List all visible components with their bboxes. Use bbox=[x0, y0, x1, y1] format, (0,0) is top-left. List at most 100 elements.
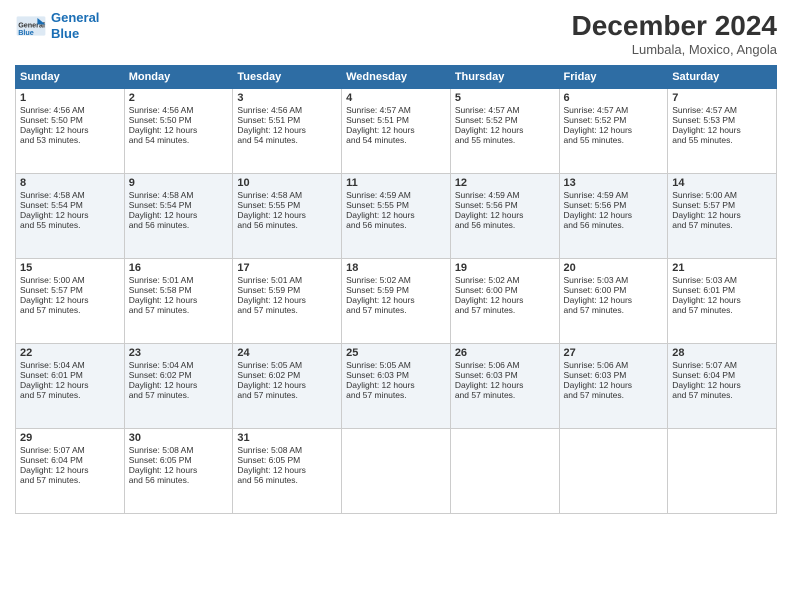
daylight-text: Daylight: 12 hours bbox=[20, 465, 89, 475]
sunrise-text: Sunrise: 5:08 AM bbox=[237, 445, 302, 455]
daylight-minutes: and 56 minutes. bbox=[129, 475, 189, 485]
sunrise-text: Sunrise: 4:57 AM bbox=[455, 105, 520, 115]
daylight-text: Daylight: 12 hours bbox=[455, 295, 524, 305]
day-number: 22 bbox=[20, 347, 120, 359]
day-number: 26 bbox=[455, 347, 555, 359]
calendar-cell: 28 Sunrise: 5:07 AM Sunset: 6:04 PM Dayl… bbox=[668, 344, 777, 429]
sunrise-text: Sunrise: 5:04 AM bbox=[20, 360, 85, 370]
calendar-cell: 24 Sunrise: 5:05 AM Sunset: 6:02 PM Dayl… bbox=[233, 344, 342, 429]
daylight-minutes: and 57 minutes. bbox=[20, 475, 80, 485]
sunrise-text: Sunrise: 4:57 AM bbox=[564, 105, 629, 115]
calendar-cell: 11 Sunrise: 4:59 AM Sunset: 5:55 PM Dayl… bbox=[342, 174, 451, 259]
location: Lumbala, Moxico, Angola bbox=[572, 42, 777, 57]
daylight-text: Daylight: 12 hours bbox=[564, 380, 633, 390]
daylight-text: Daylight: 12 hours bbox=[237, 125, 306, 135]
sunrise-text: Sunrise: 5:02 AM bbox=[346, 275, 411, 285]
col-wednesday: Wednesday bbox=[342, 66, 451, 89]
daylight-text: Daylight: 12 hours bbox=[129, 380, 198, 390]
daylight-minutes: and 56 minutes. bbox=[237, 475, 297, 485]
day-number: 5 bbox=[455, 92, 555, 104]
daylight-minutes: and 57 minutes. bbox=[564, 305, 624, 315]
daylight-text: Daylight: 12 hours bbox=[20, 380, 89, 390]
sunset-text: Sunset: 6:03 PM bbox=[455, 370, 518, 380]
calendar-cell: 26 Sunrise: 5:06 AM Sunset: 6:03 PM Dayl… bbox=[450, 344, 559, 429]
daylight-text: Daylight: 12 hours bbox=[672, 295, 741, 305]
sunrise-text: Sunrise: 5:00 AM bbox=[672, 190, 737, 200]
daylight-text: Daylight: 12 hours bbox=[20, 295, 89, 305]
sunrise-text: Sunrise: 4:59 AM bbox=[455, 190, 520, 200]
daylight-minutes: and 53 minutes. bbox=[20, 135, 80, 145]
calendar-cell: 10 Sunrise: 4:58 AM Sunset: 5:55 PM Dayl… bbox=[233, 174, 342, 259]
daylight-text: Daylight: 12 hours bbox=[20, 210, 89, 220]
sunrise-text: Sunrise: 5:07 AM bbox=[20, 445, 85, 455]
sunrise-text: Sunrise: 4:56 AM bbox=[129, 105, 194, 115]
sunset-text: Sunset: 5:58 PM bbox=[129, 285, 192, 295]
day-number: 31 bbox=[237, 432, 337, 444]
daylight-minutes: and 57 minutes. bbox=[672, 220, 732, 230]
daylight-minutes: and 57 minutes. bbox=[672, 390, 732, 400]
col-saturday: Saturday bbox=[668, 66, 777, 89]
sunrise-text: Sunrise: 4:58 AM bbox=[129, 190, 194, 200]
col-tuesday: Tuesday bbox=[233, 66, 342, 89]
calendar-cell: 6 Sunrise: 4:57 AM Sunset: 5:52 PM Dayli… bbox=[559, 89, 668, 174]
sunrise-text: Sunrise: 4:59 AM bbox=[346, 190, 411, 200]
daylight-minutes: and 54 minutes. bbox=[129, 135, 189, 145]
daylight-minutes: and 57 minutes. bbox=[455, 305, 515, 315]
sunset-text: Sunset: 5:57 PM bbox=[20, 285, 83, 295]
calendar-cell: 21 Sunrise: 5:03 AM Sunset: 6:01 PM Dayl… bbox=[668, 259, 777, 344]
calendar-header-row: Sunday Monday Tuesday Wednesday Thursday… bbox=[16, 66, 777, 89]
day-number: 13 bbox=[564, 177, 664, 189]
daylight-minutes: and 56 minutes. bbox=[129, 220, 189, 230]
calendar-cell: 5 Sunrise: 4:57 AM Sunset: 5:52 PM Dayli… bbox=[450, 89, 559, 174]
calendar-cell: 2 Sunrise: 4:56 AM Sunset: 5:50 PM Dayli… bbox=[124, 89, 233, 174]
svg-text:Blue: Blue bbox=[18, 28, 34, 37]
logo: General Blue General Blue bbox=[15, 10, 99, 42]
day-number: 12 bbox=[455, 177, 555, 189]
daylight-minutes: and 57 minutes. bbox=[129, 305, 189, 315]
daylight-minutes: and 57 minutes. bbox=[237, 390, 297, 400]
sunset-text: Sunset: 6:02 PM bbox=[129, 370, 192, 380]
calendar-row-2: 15 Sunrise: 5:00 AM Sunset: 5:57 PM Dayl… bbox=[16, 259, 777, 344]
daylight-minutes: and 56 minutes. bbox=[237, 220, 297, 230]
sunset-text: Sunset: 5:56 PM bbox=[455, 200, 518, 210]
col-sunday: Sunday bbox=[16, 66, 125, 89]
sunset-text: Sunset: 5:55 PM bbox=[346, 200, 409, 210]
day-number: 16 bbox=[129, 262, 229, 274]
day-number: 27 bbox=[564, 347, 664, 359]
sunset-text: Sunset: 6:01 PM bbox=[20, 370, 83, 380]
col-friday: Friday bbox=[559, 66, 668, 89]
sunrise-text: Sunrise: 5:06 AM bbox=[455, 360, 520, 370]
day-number: 23 bbox=[129, 347, 229, 359]
sunset-text: Sunset: 5:59 PM bbox=[237, 285, 300, 295]
day-number: 10 bbox=[237, 177, 337, 189]
daylight-text: Daylight: 12 hours bbox=[129, 295, 198, 305]
sunset-text: Sunset: 5:54 PM bbox=[20, 200, 83, 210]
daylight-minutes: and 55 minutes. bbox=[564, 135, 624, 145]
page: General Blue General Blue December 2024 … bbox=[0, 0, 792, 612]
sunrise-text: Sunrise: 4:58 AM bbox=[20, 190, 85, 200]
calendar-cell: 16 Sunrise: 5:01 AM Sunset: 5:58 PM Dayl… bbox=[124, 259, 233, 344]
daylight-minutes: and 54 minutes. bbox=[346, 135, 406, 145]
sunrise-text: Sunrise: 5:07 AM bbox=[672, 360, 737, 370]
day-number: 18 bbox=[346, 262, 446, 274]
calendar-cell: 14 Sunrise: 5:00 AM Sunset: 5:57 PM Dayl… bbox=[668, 174, 777, 259]
daylight-minutes: and 57 minutes. bbox=[455, 390, 515, 400]
sunrise-text: Sunrise: 5:02 AM bbox=[455, 275, 520, 285]
sunrise-text: Sunrise: 4:57 AM bbox=[346, 105, 411, 115]
sunrise-text: Sunrise: 5:01 AM bbox=[237, 275, 302, 285]
sunrise-text: Sunrise: 4:56 AM bbox=[20, 105, 85, 115]
sunset-text: Sunset: 5:53 PM bbox=[672, 115, 735, 125]
calendar-cell: 29 Sunrise: 5:07 AM Sunset: 6:04 PM Dayl… bbox=[16, 429, 125, 514]
daylight-text: Daylight: 12 hours bbox=[237, 295, 306, 305]
daylight-minutes: and 57 minutes. bbox=[20, 305, 80, 315]
daylight-text: Daylight: 12 hours bbox=[237, 465, 306, 475]
sunset-text: Sunset: 6:04 PM bbox=[20, 455, 83, 465]
calendar-cell: 23 Sunrise: 5:04 AM Sunset: 6:02 PM Dayl… bbox=[124, 344, 233, 429]
title-section: December 2024 Lumbala, Moxico, Angola bbox=[572, 10, 777, 57]
day-number: 29 bbox=[20, 432, 120, 444]
daylight-text: Daylight: 12 hours bbox=[129, 210, 198, 220]
sunrise-text: Sunrise: 5:01 AM bbox=[129, 275, 194, 285]
daylight-text: Daylight: 12 hours bbox=[564, 295, 633, 305]
daylight-minutes: and 57 minutes. bbox=[346, 390, 406, 400]
daylight-text: Daylight: 12 hours bbox=[346, 210, 415, 220]
